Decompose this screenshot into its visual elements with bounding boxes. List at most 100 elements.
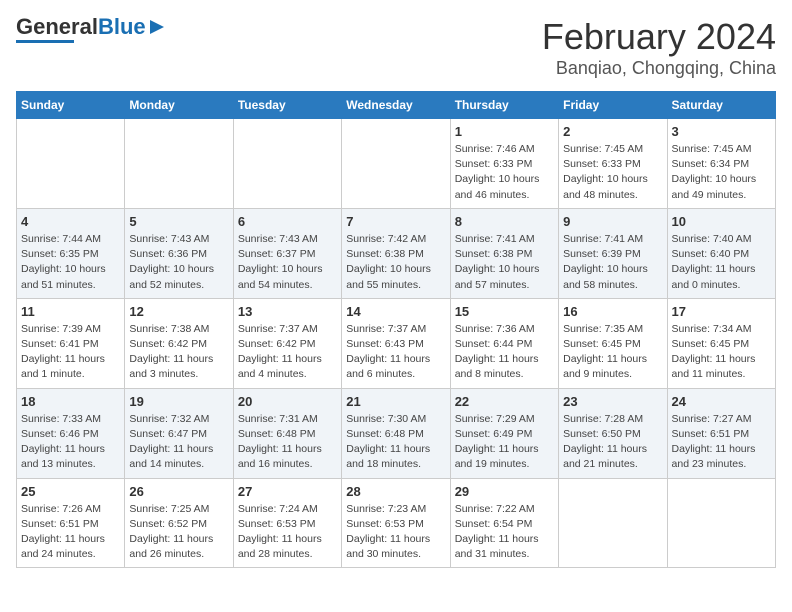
calendar-cell: 29 Sunrise: 7:22 AMSunset: 6:54 PMDayligh… — [450, 478, 558, 568]
calendar-cell: 1 Sunrise: 7:46 AMSunset: 6:33 PMDaylight… — [450, 119, 558, 209]
day-info: Sunrise: 7:34 AMSunset: 6:45 PMDaylight:… — [672, 322, 771, 383]
calendar-cell: 13Sunrise: 7:37 AMSunset: 6:42 PMDayligh… — [233, 298, 341, 388]
day-number: 22 — [455, 394, 554, 409]
calendar-cell: 22 Sunrise: 7:29 AMSunset: 6:49 PMDayligh… — [450, 388, 558, 478]
day-number: 11 — [21, 304, 120, 319]
day-info: Sunrise: 7:37 AMSunset: 6:42 PMDaylight:… — [238, 322, 337, 383]
day-number: 28 — [346, 484, 445, 499]
weekday-header: Sunday — [17, 92, 125, 119]
day-number: 9 — [563, 214, 662, 229]
day-number: 23 — [563, 394, 662, 409]
logo-blue: Blue — [98, 14, 146, 39]
day-info: Sunrise: 7:32 AMSunset: 6:47 PMDaylight:… — [129, 412, 228, 473]
day-info: Sunrise: 7:36 AMSunset: 6:44 PMDaylight:… — [455, 322, 554, 383]
calendar-week-row: 11 Sunrise: 7:39 AMSunset: 6:41 PMDayligh… — [17, 298, 776, 388]
day-number: 4 — [21, 214, 120, 229]
calendar-cell: 14Sunrise: 7:37 AMSunset: 6:43 PMDayligh… — [342, 298, 450, 388]
day-number: 6 — [238, 214, 337, 229]
calendar-cell: 27 Sunrise: 7:24 AMSunset: 6:53 PMDayligh… — [233, 478, 341, 568]
logo-underline — [16, 40, 74, 43]
calendar-cell — [233, 119, 341, 209]
day-info: Sunrise: 7:40 AMSunset: 6:40 PMDaylight:… — [672, 232, 771, 293]
calendar-cell: 17Sunrise: 7:34 AMSunset: 6:45 PMDayligh… — [667, 298, 775, 388]
calendar-cell: 4 Sunrise: 7:44 AMSunset: 6:35 PMDaylight… — [17, 208, 125, 298]
calendar-cell: 26 Sunrise: 7:25 AMSunset: 6:52 PMDayligh… — [125, 478, 233, 568]
day-info: Sunrise: 7:35 AMSunset: 6:45 PMDaylight:… — [563, 322, 662, 383]
calendar-cell: 20 Sunrise: 7:31 AMSunset: 6:48 PMDayligh… — [233, 388, 341, 478]
month-title: February 2024 — [542, 16, 776, 58]
day-info: Sunrise: 7:25 AMSunset: 6:52 PMDaylight:… — [129, 502, 228, 563]
weekday-header: Tuesday — [233, 92, 341, 119]
calendar-cell: 11 Sunrise: 7:39 AMSunset: 6:41 PMDayligh… — [17, 298, 125, 388]
calendar-week-row: 25Sunrise: 7:26 AMSunset: 6:51 PMDayligh… — [17, 478, 776, 568]
day-info: Sunrise: 7:30 AMSunset: 6:48 PMDaylight:… — [346, 412, 445, 473]
day-info: Sunrise: 7:24 AMSunset: 6:53 PMDaylight:… — [238, 502, 337, 563]
weekday-header-row: SundayMondayTuesdayWednesdayThursdayFrid… — [17, 92, 776, 119]
day-info: Sunrise: 7:27 AMSunset: 6:51 PMDaylight:… — [672, 412, 771, 473]
day-info: Sunrise: 7:43 AMSunset: 6:36 PMDaylight:… — [129, 232, 228, 293]
day-number: 5 — [129, 214, 228, 229]
logo-arrow — [150, 20, 164, 34]
calendar-week-row: 18 Sunrise: 7:33 AMSunset: 6:46 PMDayligh… — [17, 388, 776, 478]
day-number: 8 — [455, 214, 554, 229]
weekday-header: Monday — [125, 92, 233, 119]
calendar-cell: 3 Sunrise: 7:45 AMSunset: 6:34 PMDaylight… — [667, 119, 775, 209]
day-info: Sunrise: 7:31 AMSunset: 6:48 PMDaylight:… — [238, 412, 337, 473]
day-info: Sunrise: 7:41 AMSunset: 6:39 PMDaylight:… — [563, 232, 662, 293]
title-section: February 2024 Banqiao, Chongqing, China — [542, 16, 776, 79]
calendar-cell: 8 Sunrise: 7:41 AMSunset: 6:38 PMDaylight… — [450, 208, 558, 298]
day-info: Sunrise: 7:37 AMSunset: 6:43 PMDaylight:… — [346, 322, 445, 383]
day-number: 27 — [238, 484, 337, 499]
day-number: 20 — [238, 394, 337, 409]
weekday-header: Thursday — [450, 92, 558, 119]
location-title: Banqiao, Chongqing, China — [542, 58, 776, 79]
calendar-cell — [559, 478, 667, 568]
day-number: 24 — [672, 394, 771, 409]
day-info: Sunrise: 7:45 AMSunset: 6:34 PMDaylight:… — [672, 142, 771, 203]
calendar-cell: 23 Sunrise: 7:28 AMSunset: 6:50 PMDayligh… — [559, 388, 667, 478]
calendar-cell: 2 Sunrise: 7:45 AMSunset: 6:33 PMDaylight… — [559, 119, 667, 209]
day-info: Sunrise: 7:45 AMSunset: 6:33 PMDaylight:… — [563, 142, 662, 203]
day-info: Sunrise: 7:41 AMSunset: 6:38 PMDaylight:… — [455, 232, 554, 293]
day-number: 18 — [21, 394, 120, 409]
day-number: 26 — [129, 484, 228, 499]
calendar-cell: 28 Sunrise: 7:23 AMSunset: 6:53 PMDayligh… — [342, 478, 450, 568]
day-info: Sunrise: 7:28 AMSunset: 6:50 PMDaylight:… — [563, 412, 662, 473]
calendar-cell: 21 Sunrise: 7:30 AMSunset: 6:48 PMDayligh… — [342, 388, 450, 478]
calendar-cell: 25Sunrise: 7:26 AMSunset: 6:51 PMDayligh… — [17, 478, 125, 568]
day-number: 29 — [455, 484, 554, 499]
calendar-cell: 15 Sunrise: 7:36 AMSunset: 6:44 PMDayligh… — [450, 298, 558, 388]
calendar-cell: 9 Sunrise: 7:41 AMSunset: 6:39 PMDaylight… — [559, 208, 667, 298]
calendar-cell — [125, 119, 233, 209]
day-info: Sunrise: 7:26 AMSunset: 6:51 PMDaylight:… — [21, 502, 120, 563]
day-info: Sunrise: 7:29 AMSunset: 6:49 PMDaylight:… — [455, 412, 554, 473]
weekday-header: Saturday — [667, 92, 775, 119]
day-number: 3 — [672, 124, 771, 139]
day-number: 2 — [563, 124, 662, 139]
day-number: 21 — [346, 394, 445, 409]
calendar-cell: 5 Sunrise: 7:43 AMSunset: 6:36 PMDaylight… — [125, 208, 233, 298]
calendar-cell: 10Sunrise: 7:40 AMSunset: 6:40 PMDayligh… — [667, 208, 775, 298]
day-info: Sunrise: 7:39 AMSunset: 6:41 PMDaylight:… — [21, 322, 120, 383]
calendar-week-row: 1 Sunrise: 7:46 AMSunset: 6:33 PMDaylight… — [17, 119, 776, 209]
day-number: 15 — [455, 304, 554, 319]
calendar-cell: 7Sunrise: 7:42 AMSunset: 6:38 PMDaylight… — [342, 208, 450, 298]
logo-text: GeneralBlue — [16, 16, 146, 38]
calendar-table: SundayMondayTuesdayWednesdayThursdayFrid… — [16, 91, 776, 568]
day-info: Sunrise: 7:22 AMSunset: 6:54 PMDaylight:… — [455, 502, 554, 563]
calendar-cell: 19Sunrise: 7:32 AMSunset: 6:47 PMDayligh… — [125, 388, 233, 478]
weekday-header: Friday — [559, 92, 667, 119]
calendar-cell: 16Sunrise: 7:35 AMSunset: 6:45 PMDayligh… — [559, 298, 667, 388]
logo-general: General — [16, 14, 98, 39]
day-info: Sunrise: 7:23 AMSunset: 6:53 PMDaylight:… — [346, 502, 445, 563]
calendar-cell: 18 Sunrise: 7:33 AMSunset: 6:46 PMDayligh… — [17, 388, 125, 478]
calendar-cell: 24 Sunrise: 7:27 AMSunset: 6:51 PMDayligh… — [667, 388, 775, 478]
day-info: Sunrise: 7:33 AMSunset: 6:46 PMDaylight:… — [21, 412, 120, 473]
calendar-cell: 6Sunrise: 7:43 AMSunset: 6:37 PMDaylight… — [233, 208, 341, 298]
day-info: Sunrise: 7:44 AMSunset: 6:35 PMDaylight:… — [21, 232, 120, 293]
day-info: Sunrise: 7:46 AMSunset: 6:33 PMDaylight:… — [455, 142, 554, 203]
day-number: 1 — [455, 124, 554, 139]
calendar-cell: 12Sunrise: 7:38 AMSunset: 6:42 PMDayligh… — [125, 298, 233, 388]
calendar-cell — [17, 119, 125, 209]
page-header: GeneralBlue February 2024 Banqiao, Chong… — [16, 16, 776, 79]
